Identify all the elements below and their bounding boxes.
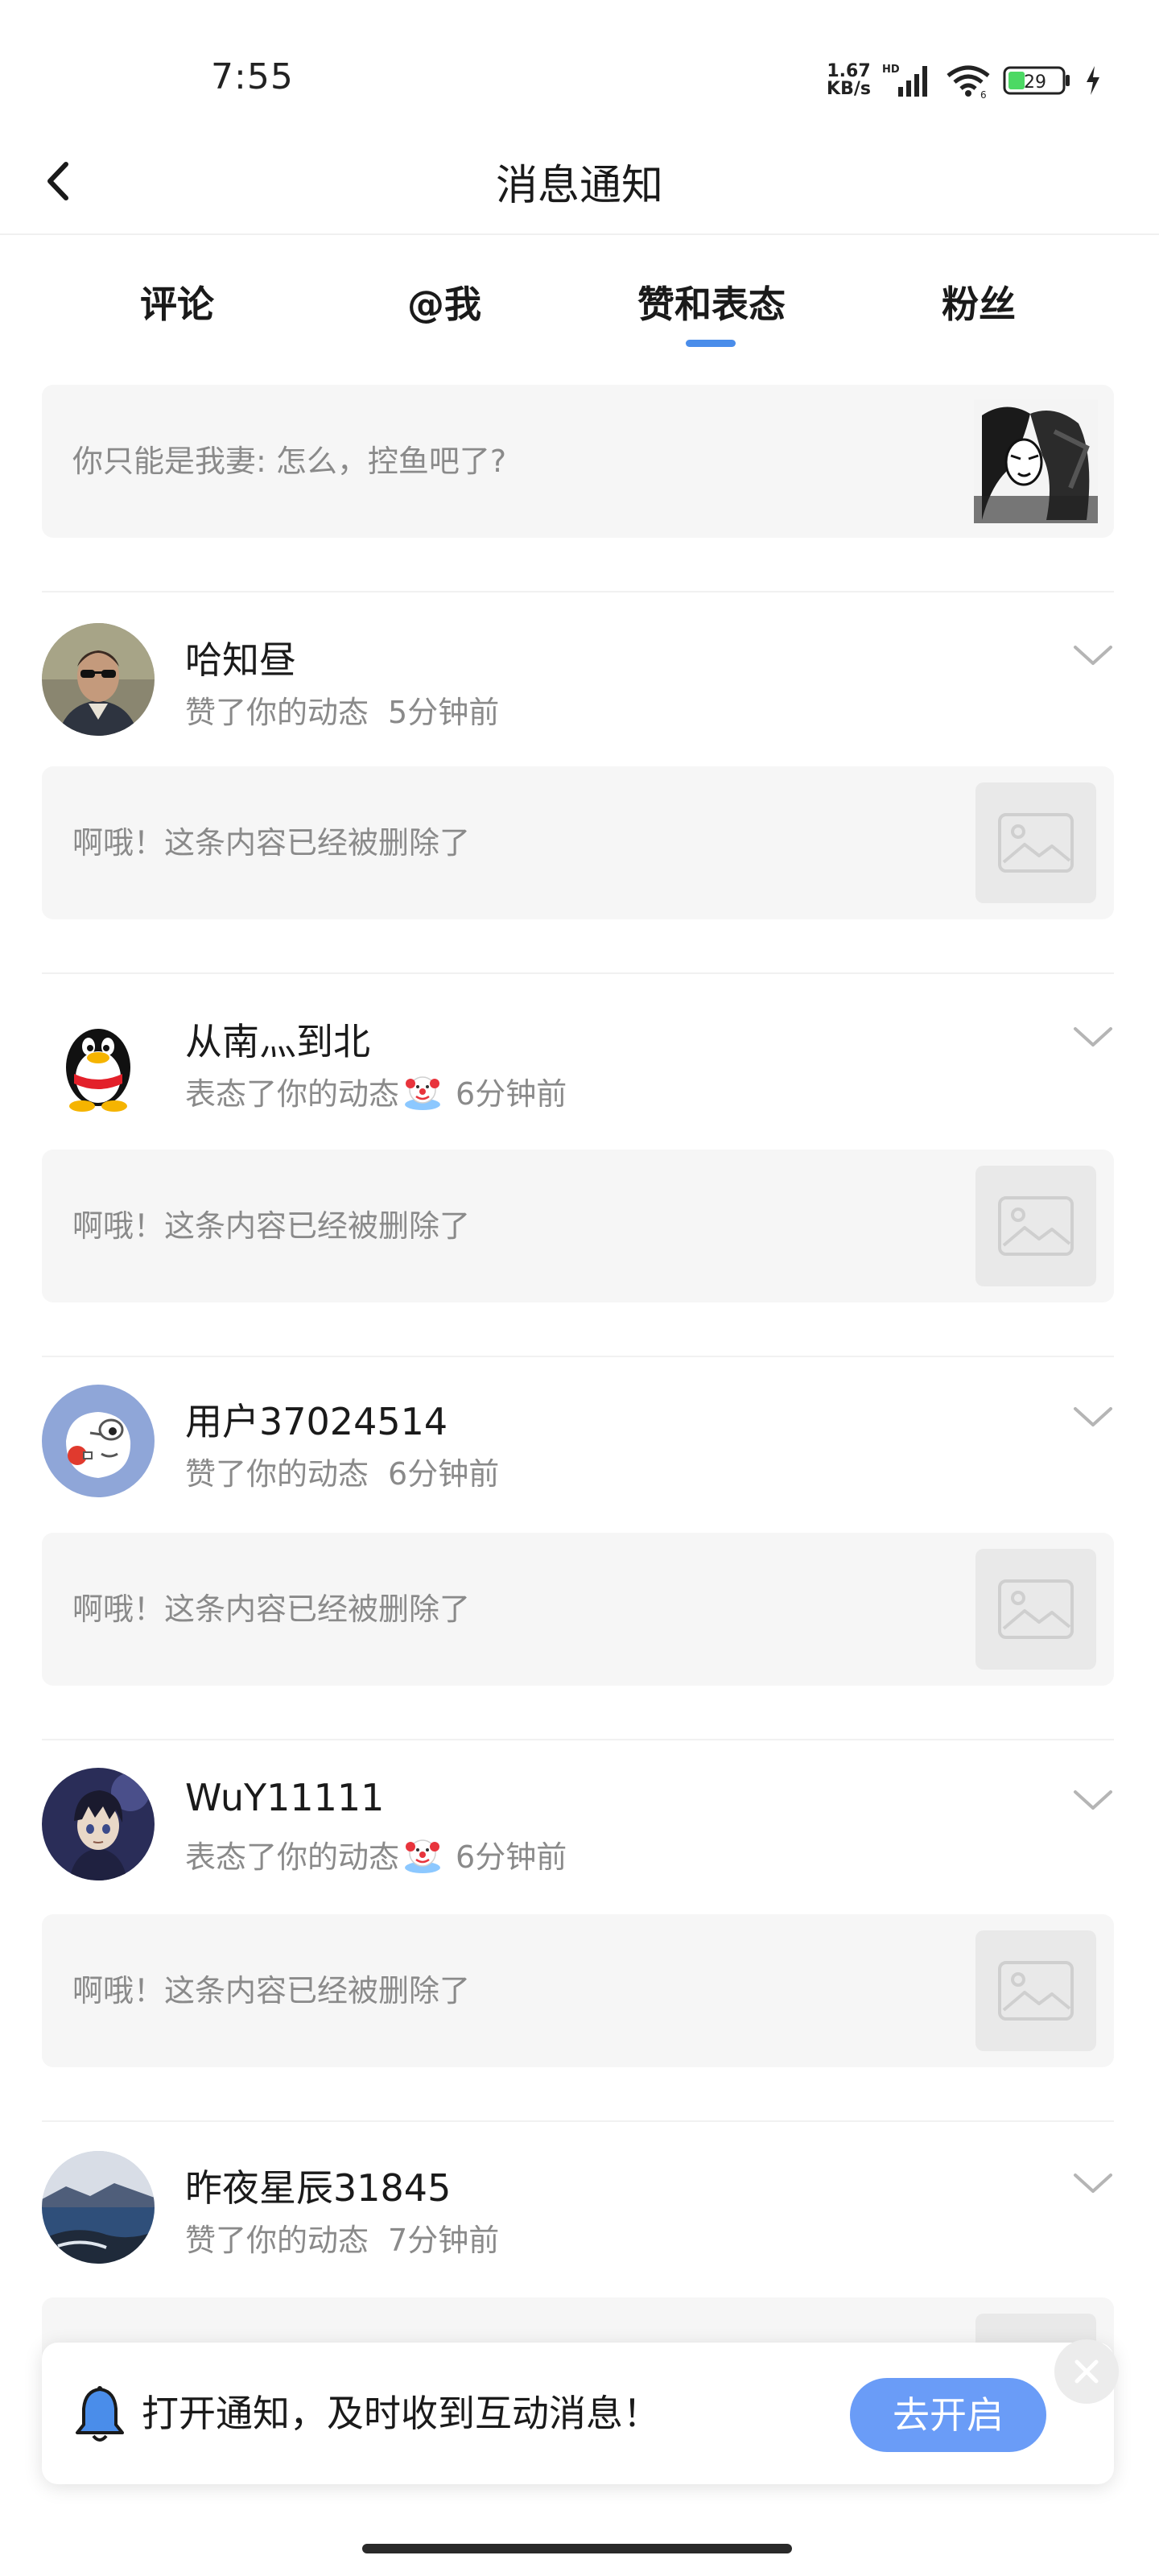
manga-image-thumbnail[interactable] xyxy=(974,399,1098,523)
battery-icon: 29 xyxy=(1003,66,1070,95)
deleted-content-text: 啊哦！这条内容已经被删除了 xyxy=(72,1973,471,2008)
user-name[interactable]: 用户37024514 xyxy=(185,1393,448,1446)
image-placeholder-icon xyxy=(998,1579,1074,1639)
deleted-content-text: 啊哦！这条内容已经被删除了 xyxy=(72,825,471,861)
time-text: 6分钟前 xyxy=(388,1456,500,1492)
divider xyxy=(42,972,1114,974)
action-line: 赞了你的动态 7分钟前 xyxy=(185,2215,499,2260)
action-line: 表态了你的动态 6分钟前 xyxy=(185,1832,567,1876)
network-speed: 1.67 KB/s xyxy=(827,63,871,98)
image-placeholder xyxy=(975,782,1096,903)
home-indicator[interactable] xyxy=(362,2544,792,2553)
image-placeholder-icon xyxy=(998,813,1074,873)
tab-followers[interactable]: 粉丝 xyxy=(890,275,1067,328)
action-text: 表态了你的动态 xyxy=(185,1076,400,1112)
deleted-content-card[interactable]: 啊哦！这条内容已经被删除了 xyxy=(42,1914,1114,2067)
image-placeholder-icon xyxy=(998,1196,1074,1256)
status-time: 7:55 xyxy=(211,56,294,97)
tab-bar: 评论 @我 赞和表态 粉丝 xyxy=(0,235,1159,356)
notification-item[interactable]: 用户37024514 赞了你的动态 6分钟前 xyxy=(42,1385,1114,1497)
image-placeholder xyxy=(975,1549,1096,1670)
chevron-down-icon[interactable] xyxy=(1072,1785,1114,1814)
notification-item[interactable]: 哈知昼 赞了你的动态 5分钟前 xyxy=(42,623,1114,736)
charging-icon xyxy=(1087,66,1099,95)
time-text: 5分钟前 xyxy=(388,695,500,730)
avatar[interactable] xyxy=(42,1385,155,1497)
status-icons: 1.67 KB/s HD 6 29 xyxy=(827,58,1103,103)
man-with-sunglasses-avatar xyxy=(42,623,155,736)
close-icon xyxy=(1074,2359,1099,2384)
qq-penguin-avatar xyxy=(42,1005,155,1117)
user-name[interactable]: 从南灬到北 xyxy=(185,1013,370,1066)
deleted-content-text: 啊哦！这条内容已经被删除了 xyxy=(72,1591,471,1627)
anime-boy-avatar xyxy=(42,1768,155,1880)
divider xyxy=(42,1739,1114,1740)
wifi-icon: 6 xyxy=(947,65,990,98)
chevron-down-icon[interactable] xyxy=(1072,2169,1114,2198)
action-text: 赞了你的动态 xyxy=(185,1456,369,1492)
image-placeholder-icon xyxy=(998,1961,1074,2021)
signal-icon: HD xyxy=(882,64,927,97)
manga-image-icon xyxy=(974,399,1098,523)
banner-text: 打开通知，及时收到互动消息！ xyxy=(142,2392,660,2435)
user-name[interactable]: 昨夜星辰31845 xyxy=(185,2159,451,2212)
chevron-down-icon[interactable] xyxy=(1072,1022,1114,1051)
divider xyxy=(42,1356,1114,1357)
battery-level: 29 xyxy=(1024,72,1046,93)
time-text: 6分钟前 xyxy=(456,1839,567,1875)
user-name[interactable]: WuY11111 xyxy=(185,1776,384,1819)
notification-item[interactable]: 昨夜星辰31845 赞了你的动态 7分钟前 xyxy=(42,2151,1114,2264)
page-title: 消息通知 xyxy=(495,162,663,210)
chevron-down-icon[interactable] xyxy=(1072,1402,1114,1431)
avatar[interactable] xyxy=(42,623,155,736)
time-text: 6分钟前 xyxy=(456,1076,567,1112)
action-text: 赞了你的动态 xyxy=(185,2223,369,2258)
network-speed-unit: KB/s xyxy=(827,79,871,99)
wifi-label: 6 xyxy=(980,89,987,98)
landscape-lake-avatar xyxy=(42,2151,155,2264)
action-line: 赞了你的动态 6分钟前 xyxy=(185,1449,499,1493)
tab-comments[interactable]: 评论 xyxy=(89,275,266,328)
divider xyxy=(42,2120,1114,2122)
user-name[interactable]: 哈知昼 xyxy=(185,631,296,684)
header: 消息通知 xyxy=(0,129,1159,235)
action-text: 赞了你的动态 xyxy=(185,695,369,730)
divider xyxy=(42,591,1114,592)
action-text: 表态了你的动态 xyxy=(185,1839,400,1875)
notification-item[interactable]: 从南灬到北 表态了你的动态 6分钟前 xyxy=(42,1005,1114,1117)
clown-reaction-icon xyxy=(405,1075,441,1110)
time-text: 7分钟前 xyxy=(388,2223,500,2258)
deleted-content-card[interactable]: 啊哦！这条内容已经被删除了 xyxy=(42,766,1114,919)
deleted-content-text: 啊哦！这条内容已经被删除了 xyxy=(72,1208,471,1244)
avatar[interactable] xyxy=(42,1768,155,1880)
close-banner-button[interactable] xyxy=(1054,2339,1119,2404)
active-tab-indicator xyxy=(686,340,736,347)
status-bar: 7:55 1.67 KB/s HD 6 29 xyxy=(0,0,1159,129)
notification-permission-banner: 打开通知，及时收到互动消息！ 去开启 xyxy=(42,2343,1114,2484)
avatar[interactable] xyxy=(42,2151,155,2264)
quoted-comment-text: 你只能是我妻: 怎么，控鱼吧了? xyxy=(72,444,507,479)
cartoon-character-avatar xyxy=(42,1385,155,1497)
enable-notifications-button[interactable]: 去开启 xyxy=(850,2378,1046,2452)
tab-likes-reactions[interactable]: 赞和表态 xyxy=(623,275,800,328)
image-placeholder xyxy=(975,1930,1096,2051)
signal-hd-label: HD xyxy=(882,64,900,76)
action-line: 赞了你的动态 5分钟前 xyxy=(185,687,499,732)
deleted-content-card[interactable]: 啊哦！这条内容已经被删除了 xyxy=(42,1150,1114,1302)
deleted-content-card[interactable]: 啊哦！这条内容已经被删除了 xyxy=(42,1533,1114,1686)
action-line: 表态了你的动态 6分钟前 xyxy=(185,1069,567,1113)
chevron-down-icon[interactable] xyxy=(1072,641,1114,670)
tab-mentions[interactable]: @我 xyxy=(356,275,533,328)
network-speed-value: 1.67 xyxy=(827,61,871,81)
avatar[interactable] xyxy=(42,1005,155,1117)
quoted-comment-card[interactable]: 你只能是我妻: 怎么，控鱼吧了? xyxy=(42,385,1114,538)
notification-item[interactable]: WuY11111 表态了你的动态 6分钟前 xyxy=(42,1768,1114,1880)
clown-reaction-icon xyxy=(405,1839,441,1873)
image-placeholder xyxy=(975,1166,1096,1286)
bell-icon xyxy=(76,2386,124,2442)
